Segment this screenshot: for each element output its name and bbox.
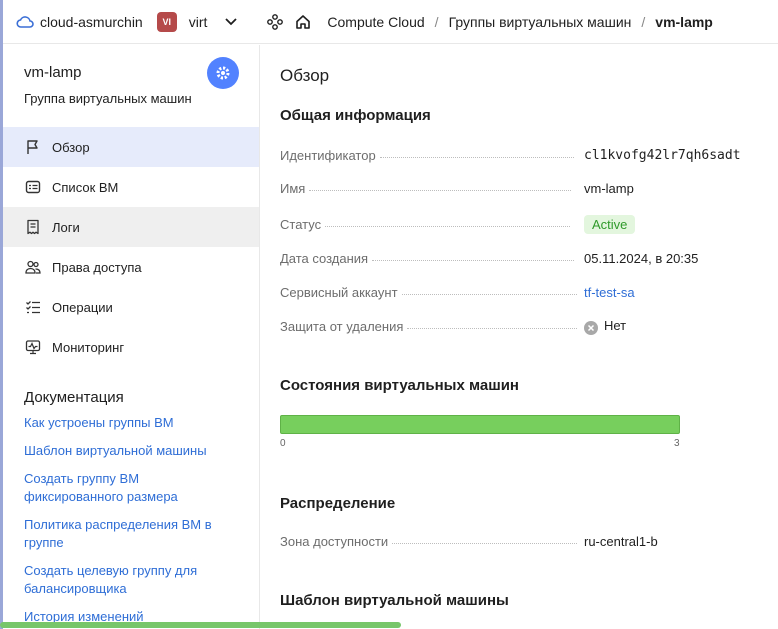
row-dots bbox=[325, 225, 571, 227]
info-row-name: Имя vm-lamp bbox=[280, 178, 770, 198]
row-label: Сервисный аккаунт bbox=[280, 284, 398, 300]
row-label: Идентификатор bbox=[280, 147, 376, 163]
nav-item-label: Обзор bbox=[52, 139, 90, 155]
home-icon[interactable] bbox=[295, 14, 311, 30]
vm-states-max: 3 bbox=[674, 438, 680, 449]
doc-link[interactable]: Создать целевую группу для балансировщик… bbox=[24, 562, 234, 598]
info-row-id: Идентификатор cl1kvofg42lr7qh6sadt bbox=[280, 145, 770, 165]
sidebar: vm-lamp Группа виртуальных машин Обзор С… bbox=[3, 45, 260, 629]
vm-states-bar bbox=[280, 415, 680, 434]
doc-link[interactable]: Шаблон виртуальной машины bbox=[24, 442, 234, 460]
top-bar: cloud-asmurchin VI virt Compute Cloud / … bbox=[0, 0, 778, 629]
general-info-title: Общая информация bbox=[280, 107, 431, 124]
docs-title: Документация bbox=[24, 389, 124, 406]
cloud-icon bbox=[16, 15, 34, 29]
breadcrumb-instance-groups[interactable]: Группы виртуальных машин bbox=[449, 14, 632, 30]
nav-item-monitoring[interactable]: Мониторинг bbox=[3, 327, 259, 367]
doc-link[interactable]: Политика распределения ВМ в группе bbox=[24, 516, 234, 552]
row-dots bbox=[379, 156, 574, 158]
row-label: Зона доступности bbox=[280, 533, 389, 549]
services-icon[interactable] bbox=[267, 13, 284, 30]
nav-item-operations[interactable]: Операции bbox=[3, 287, 259, 327]
users-icon bbox=[24, 258, 42, 276]
logs-icon bbox=[24, 218, 42, 236]
info-row-deletion-protection: Защита от удаления Нет bbox=[280, 316, 770, 336]
monitoring-icon bbox=[24, 338, 42, 356]
info-row-zone: Зона доступности ru-central1-b bbox=[280, 531, 770, 551]
service-account-link[interactable]: tf-test-sa bbox=[584, 285, 635, 300]
row-label: Статус bbox=[280, 216, 322, 232]
resource-type: Группа виртуальных машин bbox=[24, 91, 192, 106]
row-value: Нет bbox=[584, 318, 626, 335]
row-value: ru-central1-b bbox=[584, 533, 658, 549]
row-dots bbox=[392, 542, 578, 544]
folder-name: virt bbox=[188, 13, 208, 30]
vm-list-icon bbox=[24, 178, 42, 196]
row-label: Защита от удаления bbox=[280, 318, 404, 334]
breadcrumb: Compute Cloud / Группы виртуальных машин… bbox=[327, 14, 712, 30]
row-value: vm-lamp bbox=[584, 180, 634, 196]
row-label: Имя bbox=[280, 180, 306, 196]
resource-title: vm-lamp bbox=[24, 64, 82, 81]
horizontal-scrollbar[interactable] bbox=[0, 622, 401, 628]
cloud-switcher[interactable]: cloud-asmurchin VI virt bbox=[0, 11, 238, 32]
nav-item-vm-list[interactable]: Список ВМ bbox=[3, 167, 259, 207]
breadcrumb-compute-cloud[interactable]: Compute Cloud bbox=[327, 14, 424, 30]
distribution-title: Распределение bbox=[280, 495, 396, 512]
nav-item-label: Права доступа bbox=[52, 259, 142, 275]
operations-icon bbox=[24, 298, 42, 316]
row-value: 05.11.2024, в 20:35 bbox=[584, 250, 699, 266]
deletion-protection-value: Нет bbox=[604, 317, 627, 333]
info-row-status: Статус Active bbox=[280, 214, 770, 234]
status-badge: Active bbox=[584, 214, 636, 234]
nav-item-access[interactable]: Права доступа bbox=[3, 247, 259, 287]
breadcrumb-separator: / bbox=[641, 13, 646, 30]
flag-icon bbox=[24, 138, 42, 156]
row-dots bbox=[407, 327, 578, 329]
chevron-down-icon[interactable] bbox=[225, 17, 238, 26]
sidebar-header: vm-lamp Группа виртуальных машин bbox=[3, 45, 259, 127]
page-title: Обзор bbox=[280, 66, 330, 85]
breadcrumb-current: vm-lamp bbox=[655, 13, 713, 30]
info-row-created: Дата создания 05.11.2024, в 20:35 bbox=[280, 248, 770, 268]
row-dots bbox=[401, 293, 577, 295]
docs-links: Как устроены группы ВМ Шаблон виртуально… bbox=[3, 414, 259, 626]
vm-states-min: 0 bbox=[280, 438, 286, 449]
nav-item-label: Мониторинг bbox=[52, 339, 125, 355]
doc-link[interactable]: Создать группу ВМ фиксированного размера bbox=[24, 470, 234, 506]
info-row-service-account: Сервисный аккаунт tf-test-sa bbox=[280, 282, 770, 302]
row-dots bbox=[372, 259, 575, 261]
folder-badge: VI bbox=[156, 11, 177, 32]
row-label: Дата создания bbox=[280, 250, 369, 266]
doc-link[interactable]: Как устроены группы ВМ bbox=[24, 414, 234, 432]
vm-template-title: Шаблон виртуальной машины bbox=[280, 592, 509, 609]
nav-item-label: Логи bbox=[52, 219, 80, 235]
close-circle-icon bbox=[584, 320, 598, 335]
row-dots bbox=[309, 189, 572, 191]
row-value: cl1kvofg42lr7qh6sadt bbox=[584, 147, 741, 163]
nav-item-logs[interactable]: Логи bbox=[3, 207, 259, 247]
breadcrumb-separator: / bbox=[434, 13, 439, 30]
nav-item-label: Операции bbox=[52, 299, 113, 315]
nav-item-overview[interactable]: Обзор bbox=[3, 127, 259, 167]
vm-states-title: Состояния виртуальных машин bbox=[280, 377, 519, 394]
cloud-name: cloud-asmurchin bbox=[40, 13, 143, 30]
nav-item-label: Список ВМ bbox=[52, 179, 119, 195]
gear-icon[interactable] bbox=[207, 57, 239, 89]
